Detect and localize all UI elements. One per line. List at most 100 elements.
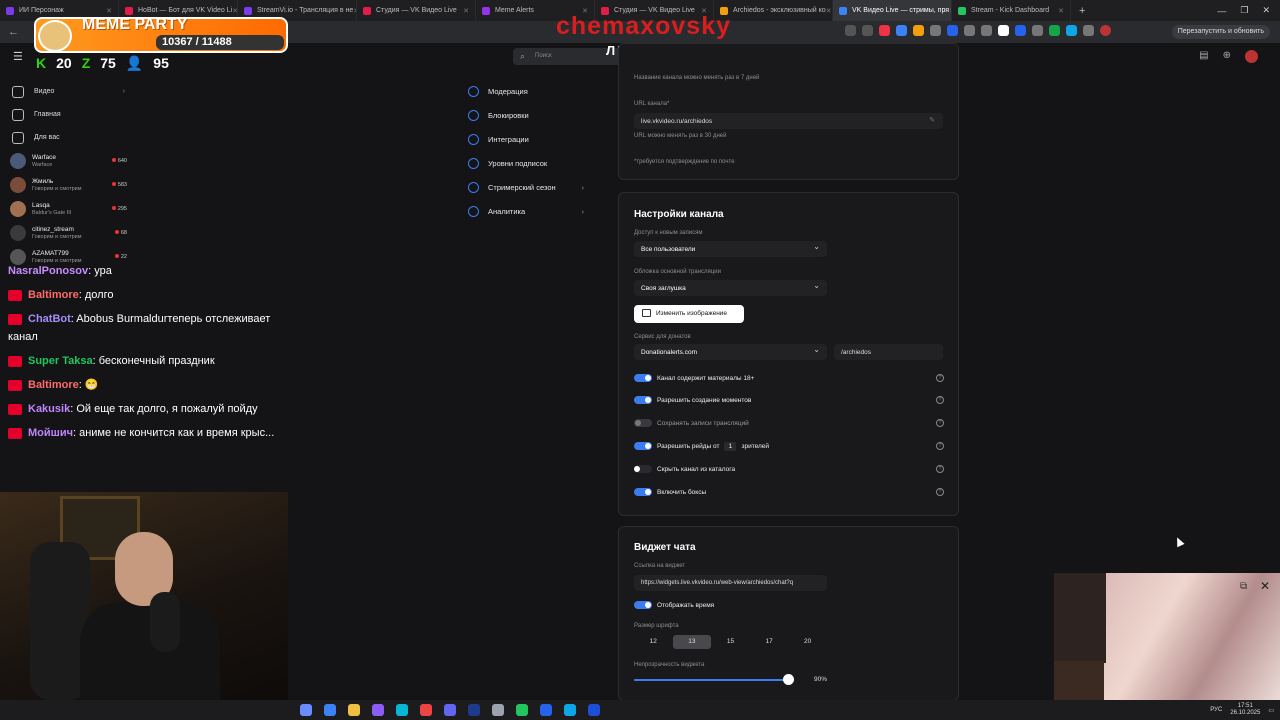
taskbar-app-icon[interactable] bbox=[300, 704, 312, 716]
help-icon[interactable]: ? bbox=[936, 374, 944, 382]
extension-icon[interactable] bbox=[1032, 25, 1043, 36]
settings-nav-integrations[interactable]: Интеграции bbox=[468, 127, 592, 151]
taskbar-app-icon[interactable] bbox=[588, 704, 600, 716]
taskbar-app-icon[interactable] bbox=[396, 704, 408, 716]
extension-icon[interactable] bbox=[964, 25, 975, 36]
access-select[interactable]: Все пользователи bbox=[634, 241, 827, 257]
picture-in-picture-player[interactable]: ⧉ ✕ bbox=[1054, 573, 1280, 701]
settings-nav-blocks[interactable]: Блокировки bbox=[468, 103, 592, 127]
widget-link-field[interactable]: https://widgets.live.vkvideo.ru/web-view… bbox=[634, 575, 827, 591]
hamburger-menu-icon[interactable]: ☰ bbox=[13, 50, 23, 63]
sidebar-item-video[interactable]: Видео › bbox=[0, 80, 135, 103]
minimize-icon[interactable]: — bbox=[1217, 6, 1226, 16]
help-icon[interactable]: ? bbox=[936, 465, 944, 473]
raid-min-viewers-input[interactable]: 1 bbox=[724, 441, 737, 451]
taskbar-app-icon[interactable] bbox=[420, 704, 432, 716]
extension-icon[interactable] bbox=[981, 25, 992, 36]
chat-text: 😁 bbox=[84, 379, 99, 391]
settings-nav-subscription-tiers[interactable]: Уровни подписок bbox=[468, 151, 592, 175]
help-icon[interactable]: ? bbox=[936, 488, 944, 496]
cover-select[interactable]: Своя заглушка bbox=[634, 280, 827, 296]
toggle-label: Включить боксы bbox=[657, 488, 707, 496]
channel-item[interactable]: Жмиль Говорим и смотрим 583 bbox=[0, 173, 135, 197]
channel-item[interactable]: Warface Warface 640 bbox=[0, 149, 135, 173]
browser-tab[interactable]: Студия — VK Видео Live ✕ bbox=[357, 0, 476, 21]
taskbar-app-icon[interactable] bbox=[444, 704, 456, 716]
extensions-menu-icon[interactable] bbox=[1083, 25, 1094, 36]
open-external-icon[interactable]: ⧉ bbox=[1240, 581, 1247, 592]
add-icon[interactable]: ⊕ bbox=[1223, 50, 1231, 63]
donation-service-select[interactable]: Donationalerts.com bbox=[634, 344, 827, 360]
font-size-option[interactable]: 17 bbox=[750, 635, 789, 649]
sidebar-item-for-you[interactable]: Для вас bbox=[0, 126, 135, 149]
channel-item[interactable]: Lasqa Baldur's Gate III 295 bbox=[0, 197, 135, 221]
user-avatar[interactable] bbox=[1245, 50, 1258, 63]
extension-icon[interactable] bbox=[1049, 25, 1060, 36]
settings-nav-moderation[interactable]: Модерация bbox=[468, 79, 592, 103]
taskbar-app-icon[interactable] bbox=[324, 704, 336, 716]
extension-icon[interactable] bbox=[913, 25, 924, 36]
boxes-toggle[interactable] bbox=[634, 488, 652, 496]
taskbar-app-icon[interactable] bbox=[540, 704, 552, 716]
raids-toggle[interactable] bbox=[634, 442, 652, 450]
channel-url-field[interactable]: live.vkvideo.ru/archiedos ✎ bbox=[634, 113, 943, 129]
sidebar-item-home[interactable]: Главная bbox=[0, 103, 135, 126]
edit-icon[interactable]: ✎ bbox=[929, 116, 935, 124]
extension-icon[interactable] bbox=[879, 25, 890, 36]
tab-favicon bbox=[482, 6, 490, 15]
opacity-slider-handle[interactable] bbox=[783, 674, 794, 685]
profile-icon[interactable] bbox=[1100, 25, 1111, 36]
extension-icon[interactable] bbox=[1015, 25, 1026, 36]
browser-tab-active[interactable]: VK Видео Live — стримы, пря✕ bbox=[833, 0, 952, 21]
close-window-icon[interactable]: ✕ bbox=[1262, 5, 1270, 16]
maximize-icon[interactable]: ❐ bbox=[1240, 5, 1248, 16]
close-tab-icon[interactable]: ✕ bbox=[826, 7, 832, 15]
extension-icon[interactable] bbox=[998, 25, 1009, 36]
taskbar-app-icon[interactable] bbox=[564, 704, 576, 716]
channel-url-value: live.vkvideo.ru/archiedos bbox=[641, 118, 713, 125]
taskbar-app-icon[interactable] bbox=[348, 704, 360, 716]
extension-icon[interactable] bbox=[1066, 25, 1077, 36]
close-tab-icon[interactable]: ✕ bbox=[106, 7, 112, 15]
clips-icon[interactable]: ▤ bbox=[1199, 50, 1208, 63]
restart-update-button[interactable]: Перезапустить и обновить bbox=[1171, 25, 1270, 39]
change-image-button[interactable]: Изменить изображение bbox=[634, 305, 744, 323]
font-size-option[interactable]: 15 bbox=[711, 635, 750, 649]
bookmark-icon[interactable] bbox=[862, 25, 873, 36]
help-icon[interactable]: ? bbox=[936, 396, 944, 404]
close-tab-icon[interactable]: ✕ bbox=[463, 7, 469, 15]
browser-tab[interactable]: Stream - Kick Dashboard ✕ bbox=[952, 0, 1071, 21]
extension-icon[interactable] bbox=[947, 25, 958, 36]
close-tab-icon[interactable]: ✕ bbox=[1058, 7, 1064, 15]
new-tab-icon[interactable]: + bbox=[1079, 5, 1085, 17]
save-recordings-toggle[interactable] bbox=[634, 419, 652, 427]
taskbar-app-icon[interactable] bbox=[468, 704, 480, 716]
language-indicator[interactable]: РУС bbox=[1210, 707, 1222, 713]
moments-toggle[interactable] bbox=[634, 396, 652, 404]
font-size-option[interactable]: 20 bbox=[788, 635, 827, 649]
show-time-toggle[interactable] bbox=[634, 601, 652, 609]
font-size-option-selected[interactable]: 13 bbox=[672, 635, 712, 649]
search-page-icon[interactable] bbox=[845, 25, 856, 36]
taskbar-app-icon[interactable] bbox=[492, 704, 504, 716]
settings-nav-analytics[interactable]: Аналитика › bbox=[468, 199, 592, 223]
back-icon[interactable]: ← bbox=[8, 26, 19, 38]
clock[interactable]: 17:51 26.10.2025 bbox=[1230, 703, 1260, 717]
tab-favicon bbox=[363, 6, 371, 15]
help-icon[interactable]: ? bbox=[936, 419, 944, 427]
adult-content-toggle[interactable] bbox=[634, 374, 652, 382]
settings-nav-streamer-season[interactable]: Стримерский сезон › bbox=[468, 175, 592, 199]
hide-from-catalog-toggle[interactable] bbox=[634, 465, 652, 473]
taskbar-app-icon[interactable] bbox=[516, 704, 528, 716]
taskbar-app-icon[interactable] bbox=[372, 704, 384, 716]
close-icon[interactable]: ✕ bbox=[1260, 579, 1270, 593]
notification-icon[interactable]: ▭ bbox=[1268, 707, 1274, 714]
font-size-option[interactable]: 12 bbox=[634, 635, 673, 649]
help-icon[interactable]: ? bbox=[936, 442, 944, 450]
browser-tab[interactable]: Archiedos - эксклюзивный ко ✕ bbox=[714, 0, 833, 21]
extension-icon[interactable] bbox=[930, 25, 941, 36]
opacity-slider-track[interactable] bbox=[634, 679, 794, 681]
channel-item[interactable]: citinez_stream Говорим и смотрим 68 bbox=[0, 221, 135, 245]
extension-icon[interactable] bbox=[896, 25, 907, 36]
donation-handle-input[interactable]: /archiedos bbox=[834, 344, 943, 360]
